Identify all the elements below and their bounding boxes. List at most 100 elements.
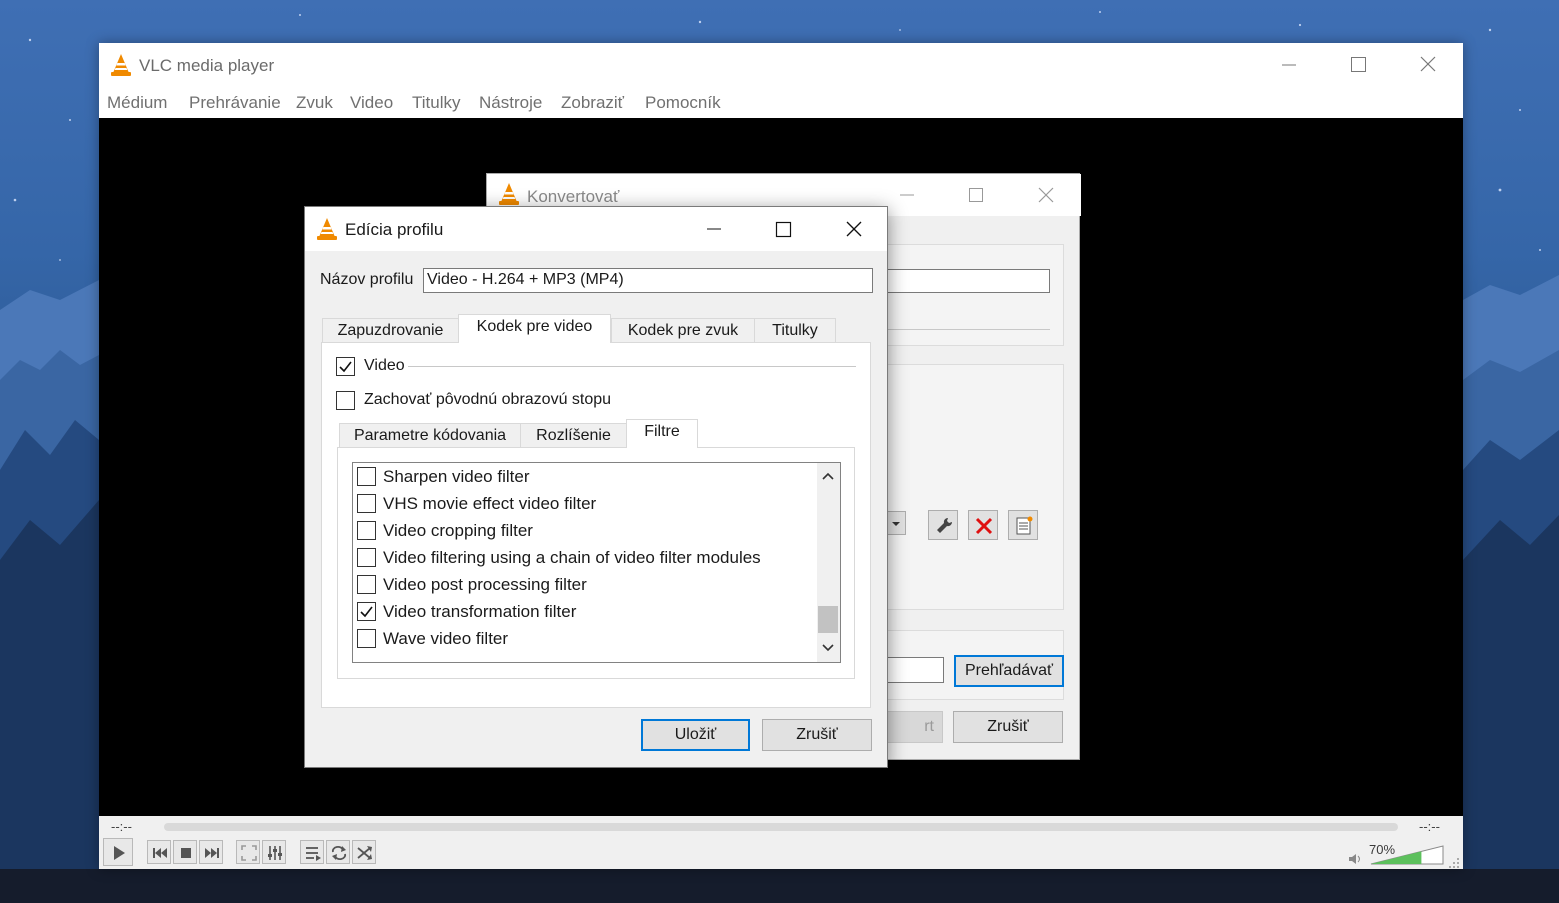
profile-name-input[interactable]: Video - H.264 + MP3 (MP4) [423,268,873,293]
menu-bar: Médium Prehrávanie Zvuk Video Titulky Ná… [99,89,1463,117]
maximize-icon [1351,57,1366,72]
video-checkbox[interactable] [336,357,355,376]
minimize-icon [707,228,721,230]
tab-encapsulation[interactable]: Zapuzdrovanie [322,318,459,343]
skip-forward-icon [205,848,219,858]
filter-label: Wave video filter [383,629,509,648]
filter-label: Sharpen video filter [383,467,530,486]
menu-view[interactable]: Zobraziť [561,93,624,113]
volume-slider[interactable] [1369,844,1445,866]
tab-subtitles[interactable]: Titulky [754,318,836,343]
filter-list-item[interactable]: Video transformation filter [357,600,807,624]
profile-minimize-button[interactable] [691,214,737,244]
stop-icon [181,848,191,858]
fullscreen-button[interactable] [236,840,260,864]
profile-dialog-title: Edícia profilu [345,220,444,239]
profile-dropdown-arrow[interactable] [886,511,906,535]
filter-list-item[interactable]: Wave video filter [357,627,807,651]
convert-close-button[interactable] [1023,180,1069,210]
filters-scrollbar[interactable] [817,463,840,662]
vlc-title-bar: VLC media player [99,43,1463,87]
playlist-button[interactable] [300,840,324,864]
menu-help[interactable]: Pomocník [645,93,721,113]
filter-checkbox[interactable] [357,521,376,540]
profile-maximize-button[interactable] [760,214,806,244]
resize-grip-icon [1449,858,1459,868]
maximize-button[interactable] [1335,49,1381,79]
menu-medium[interactable]: Médium [107,93,167,113]
source-field[interactable] [886,269,1050,293]
checkmark-icon [360,606,373,618]
destination-field[interactable] [886,657,944,683]
convert-minimize-button[interactable] [883,180,929,210]
menu-video[interactable]: Video [350,93,393,113]
extended-settings-button[interactable] [262,840,286,864]
delete-icon [975,517,993,535]
wrench-icon [937,517,953,533]
filter-list-item[interactable]: Sharpen video filter [357,465,807,489]
loop-button[interactable] [326,840,350,864]
filter-list-item[interactable]: Video post processing filter [357,573,807,597]
minimize-icon [900,194,914,196]
delete-profile-button[interactable] [968,510,998,540]
convert-cancel-button[interactable]: Zrušiť [953,711,1063,743]
filters-panel: Sharpen video filter VHS movie effect vid… [337,447,855,679]
filter-checkbox[interactable] [357,467,376,486]
filter-checkbox[interactable] [357,602,376,621]
profile-name-label: Názov profilu [320,271,414,288]
next-button[interactable] [199,840,223,864]
tab-filters[interactable]: Filtre [626,419,698,448]
close-button[interactable] [1405,49,1451,79]
start-button[interactable]: rt [887,711,943,743]
edit-profile-button[interactable] [928,510,958,540]
tab-resolution[interactable]: Rozlíšenie [520,423,627,448]
convert-maximize-button[interactable] [953,180,999,210]
play-icon [114,846,125,860]
tab-video-codec[interactable]: Kodek pre video [458,314,611,343]
filter-list-item[interactable]: VHS movie effect video filter [357,492,807,516]
browse-button[interactable]: Prehľadávať [954,655,1064,687]
video-label: Video [364,357,405,374]
control-bar: --:-- --:-- 70% [99,816,1463,869]
menu-playback[interactable]: Prehrávanie [189,93,281,113]
seek-slider[interactable] [164,823,1398,831]
new-profile-button[interactable] [1008,510,1038,540]
total-time: --:-- [1419,819,1440,834]
stop-button[interactable] [173,840,197,864]
menu-audio[interactable]: Zvuk [296,93,333,113]
filter-checkbox[interactable] [357,548,376,567]
play-button[interactable] [103,838,133,866]
keep-original-checkbox[interactable] [336,391,355,410]
filters-list[interactable]: Sharpen video filter VHS movie effect vid… [352,462,841,663]
scroll-up-icon[interactable] [820,469,836,483]
minimize-button[interactable] [1265,49,1311,79]
filter-list-item[interactable]: Video cropping filter [357,519,807,543]
tab-encoding-parameters[interactable]: Parametre kódovania [339,423,521,448]
close-icon [1038,187,1054,203]
scroll-down-icon[interactable] [820,641,836,655]
separator [886,329,1050,330]
maximize-icon [775,221,792,238]
loop-icon [331,845,347,861]
filter-list-item[interactable]: Video filtering using a chain of video f… [357,546,807,570]
tab-audio-codec[interactable]: Kodek pre zvuk [611,318,755,343]
vlc-cone-icon [499,183,519,205]
previous-button[interactable] [147,840,171,864]
speaker-icon[interactable] [1348,852,1362,866]
new-profile-icon [1016,516,1033,535]
profile-close-button[interactable] [830,214,876,244]
shuffle-button[interactable] [352,840,376,864]
filter-checkbox[interactable] [357,575,376,594]
menu-tools[interactable]: Nástroje [479,93,542,113]
filter-label: Video filtering using a chain of video f… [383,548,761,567]
checkmark-icon [339,361,352,373]
save-button[interactable]: Uložiť [641,719,750,751]
menu-subtitles[interactable]: Titulky [412,93,461,113]
filter-label: VHS movie effect video filter [383,494,597,513]
filter-checkbox[interactable] [357,629,376,648]
playlist-icon [306,847,321,861]
shuffle-icon [357,846,372,860]
scrollbar-thumb[interactable] [818,606,838,633]
filter-checkbox[interactable] [357,494,376,513]
cancel-button[interactable]: Zrušiť [762,719,872,751]
